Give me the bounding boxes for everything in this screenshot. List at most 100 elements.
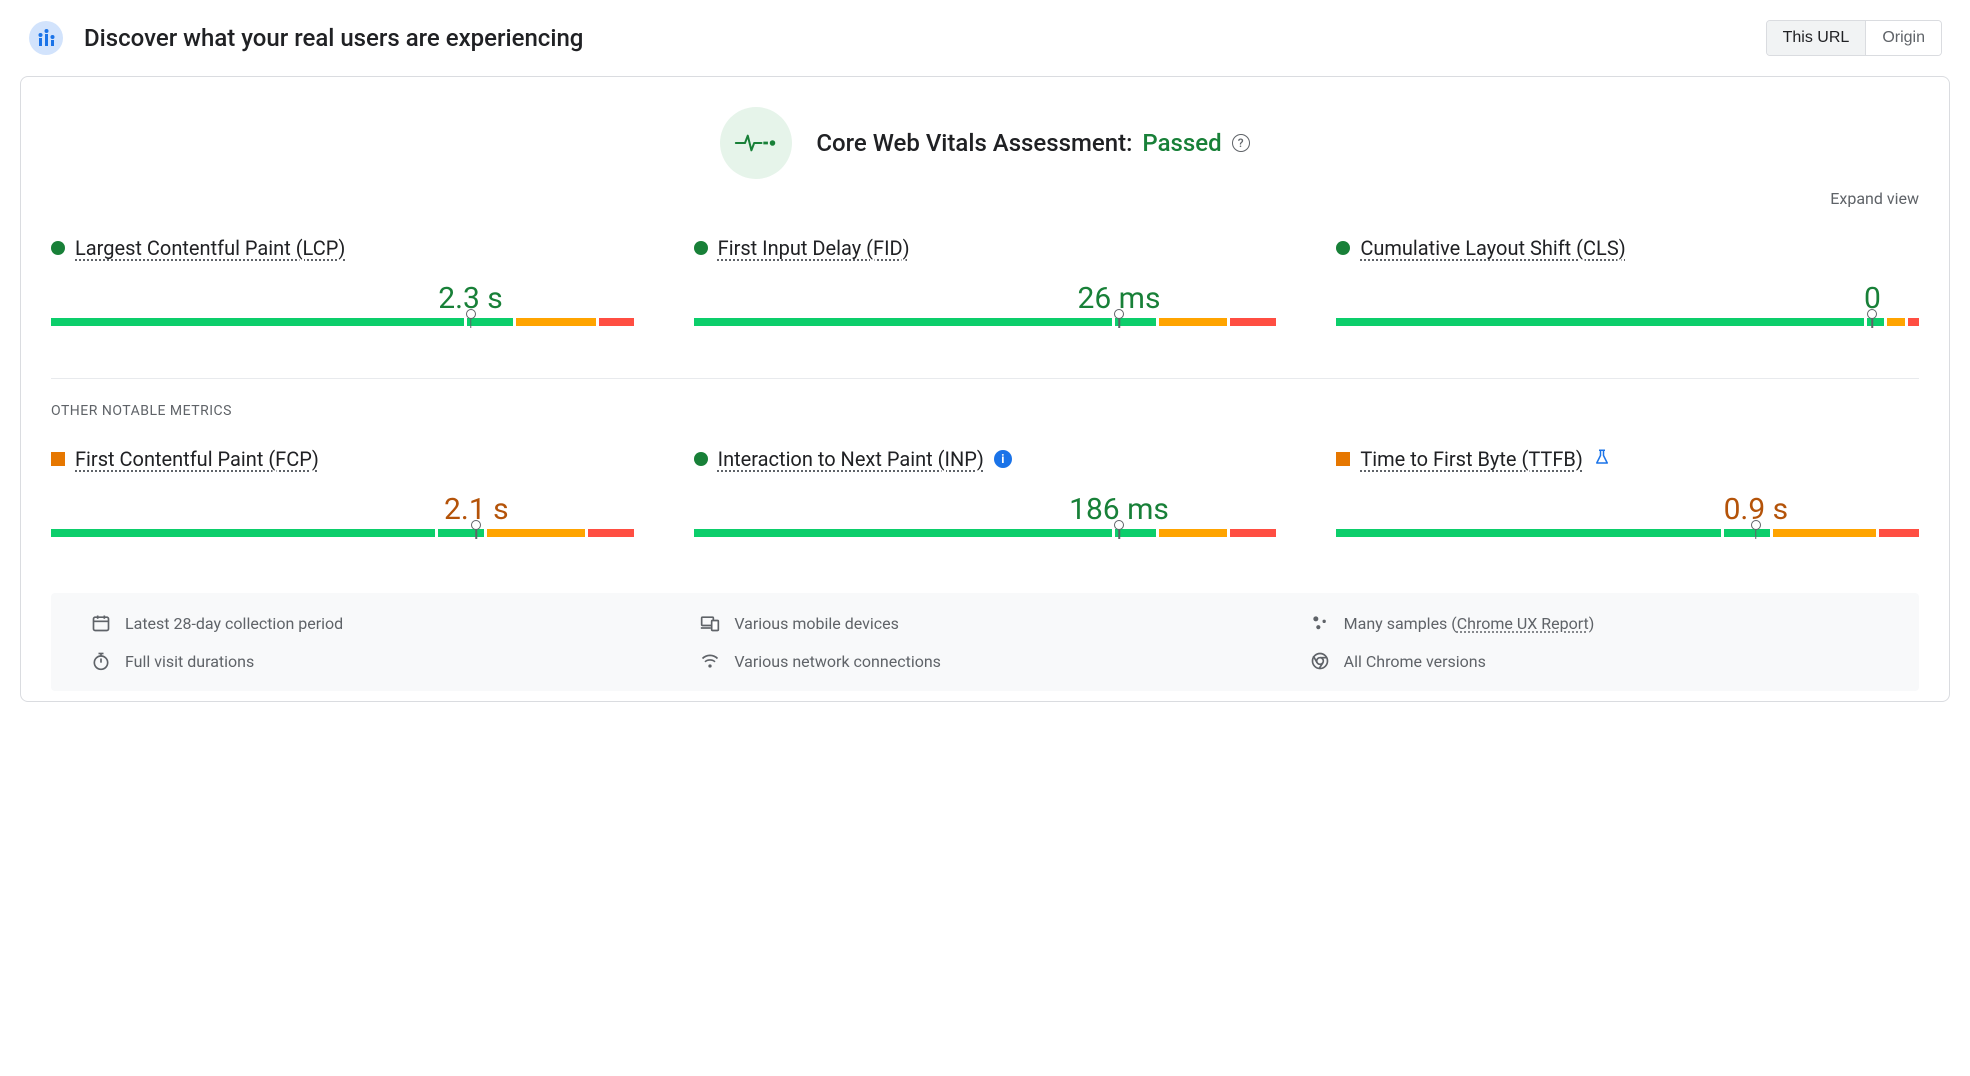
other-metrics-label: OTHER NOTABLE METRICS — [51, 403, 1919, 419]
footer-versions-text: All Chrome versions — [1344, 652, 1486, 671]
metric-header: Interaction to Next Paint (INP) i — [694, 447, 1277, 471]
page-title: Discover what your real users are experi… — [84, 24, 583, 52]
bar-segment — [1230, 318, 1276, 326]
distribution-bar — [51, 529, 634, 553]
metric-value-row: 0.9 s — [1336, 487, 1919, 529]
scatter-icon — [1310, 613, 1330, 633]
footer-durations-text: Full visit durations — [125, 652, 254, 671]
crux-report-link[interactable]: Chrome UX Report — [1457, 614, 1589, 633]
bar-segment — [1887, 318, 1904, 326]
bar-segment — [1115, 529, 1155, 537]
bar-segment — [1230, 529, 1276, 537]
metric-name[interactable]: Interaction to Next Paint (INP) — [718, 447, 984, 471]
status-dot-green-icon — [51, 241, 65, 255]
footer-durations: Full visit durations — [91, 651, 660, 671]
bar-segment — [51, 318, 464, 326]
bar-segment — [1336, 318, 1864, 326]
core-metrics-grid: Largest Contentful Paint (LCP) 2.3 s First… — [51, 236, 1919, 342]
metric-card: Largest Contentful Paint (LCP) 2.3 s — [51, 236, 634, 342]
metric-card: Time to First Byte (TTFB) 0.9 s — [1336, 447, 1919, 553]
bar-marker-icon — [466, 309, 476, 319]
help-icon[interactable]: ? — [1232, 134, 1250, 152]
chrome-icon — [1310, 651, 1330, 671]
footer-box: Latest 28-day collection period Various … — [51, 593, 1919, 691]
toggle-this-url[interactable]: This URL — [1767, 21, 1866, 55]
bar-segment — [467, 318, 513, 326]
distribution-bar — [694, 529, 1277, 553]
metric-header: Time to First Byte (TTFB) — [1336, 447, 1919, 471]
bar-marker-icon — [471, 520, 481, 530]
bar-segment — [1773, 529, 1876, 537]
wifi-icon — [700, 651, 720, 671]
metric-value-row: 26 ms — [694, 276, 1277, 318]
footer-period: Latest 28-day collection period — [91, 613, 660, 633]
footer-devices: Various mobile devices — [700, 613, 1269, 633]
metric-name[interactable]: First Contentful Paint (FCP) — [75, 447, 319, 471]
metric-card: Interaction to Next Paint (INP) i 186 ms — [694, 447, 1277, 553]
bar-segment — [51, 529, 435, 537]
scope-toggle: This URL Origin — [1766, 20, 1942, 56]
footer-samples-suffix: ) — [1589, 614, 1595, 633]
flask-icon[interactable] — [1593, 448, 1611, 471]
metric-header: Cumulative Layout Shift (CLS) — [1336, 236, 1919, 260]
status-dot-green-icon — [694, 452, 708, 466]
bar-segment — [438, 529, 484, 537]
bar-segment — [487, 529, 585, 537]
bar-segment — [1724, 529, 1770, 537]
bar-marker-icon — [1751, 520, 1761, 530]
metric-value-row: 2.1 s — [51, 487, 634, 529]
other-metrics-grid: First Contentful Paint (FCP) 2.1 s Interac… — [51, 447, 1919, 553]
devices-icon — [700, 613, 720, 633]
info-icon[interactable]: i — [994, 450, 1012, 468]
metric-card: Cumulative Layout Shift (CLS) 0 — [1336, 236, 1919, 342]
metric-name[interactable]: Largest Contentful Paint (LCP) — [75, 236, 345, 260]
footer-versions: All Chrome versions — [1310, 651, 1879, 671]
bar-segment — [1879, 529, 1919, 537]
bar-segment — [1159, 529, 1228, 537]
footer-samples: Many samples (Chrome UX Report) — [1310, 613, 1879, 633]
bar-marker-icon — [1114, 520, 1124, 530]
metric-name[interactable]: First Input Delay (FID) — [718, 236, 910, 260]
toggle-origin[interactable]: Origin — [1865, 21, 1941, 55]
metric-value-row: 0 — [1336, 276, 1919, 318]
status-dot-green-icon — [694, 241, 708, 255]
bar-marker-icon — [1867, 309, 1877, 319]
metric-card: First Contentful Paint (FCP) 2.1 s — [51, 447, 634, 553]
metric-header: Largest Contentful Paint (LCP) — [51, 236, 634, 260]
assessment-label: Core Web Vitals Assessment: — [816, 129, 1132, 157]
bar-segment — [1908, 318, 1919, 326]
bar-segment — [1336, 529, 1720, 537]
status-square-orange-icon — [51, 452, 65, 466]
expand-view-link[interactable]: Expand view — [1830, 189, 1919, 208]
status-dot-green-icon — [1336, 241, 1350, 255]
footer-samples-prefix: Many samples ( — [1344, 614, 1457, 633]
bar-segment — [588, 529, 634, 537]
calendar-icon — [91, 613, 111, 633]
bar-segment — [599, 318, 633, 326]
crux-icon — [28, 20, 64, 56]
metric-header: First Contentful Paint (FCP) — [51, 447, 634, 471]
metric-name[interactable]: Cumulative Layout Shift (CLS) — [1360, 236, 1625, 260]
footer-network: Various network connections — [700, 651, 1269, 671]
header-left: Discover what your real users are experi… — [28, 20, 583, 56]
bar-segment — [694, 318, 1113, 326]
metric-value-row: 2.3 s — [51, 276, 634, 318]
distribution-bar — [694, 318, 1277, 342]
assessment-pulse-icon — [720, 107, 792, 179]
metric-value-row: 186 ms — [694, 487, 1277, 529]
distribution-bar — [1336, 529, 1919, 553]
page-header: Discover what your real users are experi… — [20, 20, 1950, 56]
metric-name[interactable]: Time to First Byte (TTFB) — [1360, 447, 1583, 471]
bar-marker-icon — [1114, 309, 1124, 319]
vitals-panel: Core Web Vitals Assessment: Passed ? Exp… — [20, 76, 1950, 702]
assessment-row: Core Web Vitals Assessment: Passed ? — [51, 107, 1919, 179]
metric-card: First Input Delay (FID) 26 ms — [694, 236, 1277, 342]
divider — [51, 378, 1919, 379]
assessment-status: Passed — [1142, 129, 1221, 157]
bar-segment — [1159, 318, 1228, 326]
distribution-bar — [1336, 318, 1919, 342]
footer-period-text: Latest 28-day collection period — [125, 614, 343, 633]
bar-segment — [1115, 318, 1155, 326]
assessment-text: Core Web Vitals Assessment: Passed ? — [816, 129, 1249, 157]
stopwatch-icon — [91, 651, 111, 671]
